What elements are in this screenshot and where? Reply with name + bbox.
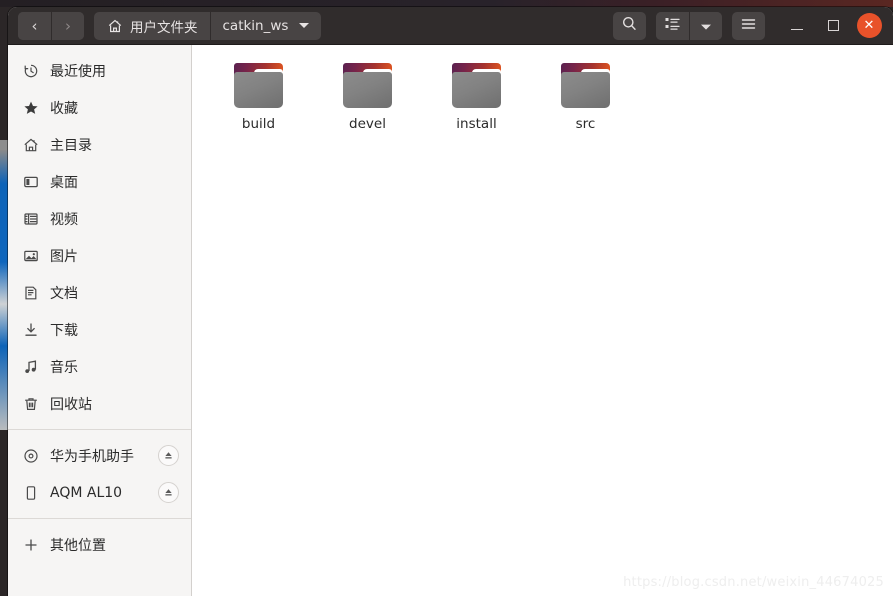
home-icon [106,17,123,34]
header-right-group: ✕ [613,11,887,41]
folder-icon [452,63,501,108]
sidebar-item-recent[interactable]: 最近使用 [8,52,191,89]
plus-icon [22,536,39,553]
sidebar-item-music[interactable]: 音乐 [8,348,191,385]
clock-icon [22,62,39,79]
back-button[interactable]: ‹ [18,11,51,40]
back-icon: ‹ [31,16,38,35]
sidebar-label: AQM AL10 [50,484,123,501]
navigation-buttons: ‹ › [18,11,84,40]
sidebar-item-desktop[interactable]: 桌面 [8,163,191,200]
file-name: build [241,116,276,132]
sidebar-item-documents[interactable]: 文档 [8,274,191,311]
view-dropdown-button[interactable] [689,11,722,40]
window-body: 最近使用 收藏 主目录 桌面 视频 图片 文档 下载 音乐 回收站 华为手机助手… [8,45,893,596]
minimize-icon [791,28,803,31]
sidebar-divider [8,429,191,430]
list-view-icon [664,16,681,35]
breadcrumb: 用户文件夹 catkin_ws [94,11,322,40]
minimize-button[interactable] [779,11,815,41]
desktop-top-strip [0,0,893,7]
sidebar-label: 桌面 [50,174,78,191]
eject-button[interactable] [158,482,179,503]
close-icon: ✕ [856,13,882,38]
watermark: https://blog.csdn.net/weixin_44674025 [623,575,884,590]
star-icon [22,99,39,116]
eject-button[interactable] [158,445,179,466]
sidebar-label: 视频 [50,211,78,228]
desktop-left-blue [0,150,8,430]
file-item-src[interactable]: src [531,59,640,133]
sidebar-item-downloads[interactable]: 下载 [8,311,191,348]
image-icon [22,247,39,264]
header-left-group: ‹ › 用户文件夹 catkin_ws [14,11,322,40]
maximize-button[interactable] [815,11,851,41]
file-item-build[interactable]: build [204,59,313,133]
header-bar: ‹ › 用户文件夹 catkin_ws ✕ [8,7,893,45]
breadcrumb-label-current: catkin_ws [222,17,289,34]
sidebar-item-videos[interactable]: 视频 [8,200,191,237]
view-mode-group [656,11,722,40]
folder-icon [234,63,283,108]
sidebar-label: 最近使用 [50,63,106,80]
breadcrumb-item-current[interactable]: catkin_ws [209,11,322,40]
chevron-down-icon [700,16,712,35]
file-name: devel [349,116,386,132]
forward-button[interactable]: › [51,11,84,40]
hamburger-menu-icon [740,16,757,35]
file-manager-window: ‹ › 用户文件夹 catkin_ws ✕ 最近使用 收藏 主目录 桌面 视频 … [8,7,893,596]
breadcrumb-label-home: 用户文件夹 [130,19,198,36]
file-list-area[interactable]: build devel install src https://blog.csd… [192,45,893,596]
list-view-button[interactable] [656,11,689,40]
folder-icon [343,63,392,108]
breadcrumb-item-home[interactable]: 用户文件夹 [94,12,210,40]
sidebar-label: 主目录 [50,137,92,154]
sidebar-item-starred[interactable]: 收藏 [8,89,191,126]
sidebar[interactable]: 最近使用 收藏 主目录 桌面 视频 图片 文档 下载 音乐 回收站 华为手机助手… [8,45,192,596]
file-grid: build devel install src [204,59,893,133]
close-button[interactable]: ✕ [851,11,887,41]
video-icon [22,210,39,227]
sidebar-label: 图片 [50,248,78,265]
home-icon [22,136,39,153]
file-name: install [456,116,497,132]
download-icon [22,321,39,338]
search-icon [621,15,638,36]
maximize-icon [827,20,839,31]
desktop-icon [22,173,39,190]
document-icon [22,284,39,301]
music-icon [22,358,39,375]
file-item-install[interactable]: install [422,59,531,133]
file-item-devel[interactable]: devel [313,59,422,133]
sidebar-item-home[interactable]: 主目录 [8,126,191,163]
sidebar-item-trash[interactable]: 回收站 [8,385,191,422]
sidebar-item-other-locations[interactable]: 其他位置 [8,526,191,563]
trash-icon [22,395,39,412]
sidebar-label: 回收站 [50,396,92,413]
sidebar-item-pictures[interactable]: 图片 [8,237,191,274]
folder-icon [561,63,610,108]
sidebar-item-aqm-al10[interactable]: AQM AL10 [8,474,191,511]
phone-icon [22,484,39,501]
sidebar-label: 其他位置 [50,537,106,554]
sidebar-label: 收藏 [50,100,78,117]
chevron-down-icon[interactable] [299,23,310,28]
sidebar-label: 文档 [50,285,78,302]
window-controls: ✕ [779,11,887,41]
disc-icon [22,447,39,464]
sidebar-divider [8,518,191,519]
sidebar-label: 音乐 [50,359,78,376]
file-name: src [575,116,596,132]
sidebar-item-huawei-assistant[interactable]: 华为手机助手 [8,437,191,474]
search-button[interactable] [613,11,646,40]
sidebar-label: 下载 [50,322,78,339]
forward-icon: › [65,16,71,35]
sidebar-label: 华为手机助手 [50,448,134,465]
main-menu-button[interactable] [732,11,765,40]
